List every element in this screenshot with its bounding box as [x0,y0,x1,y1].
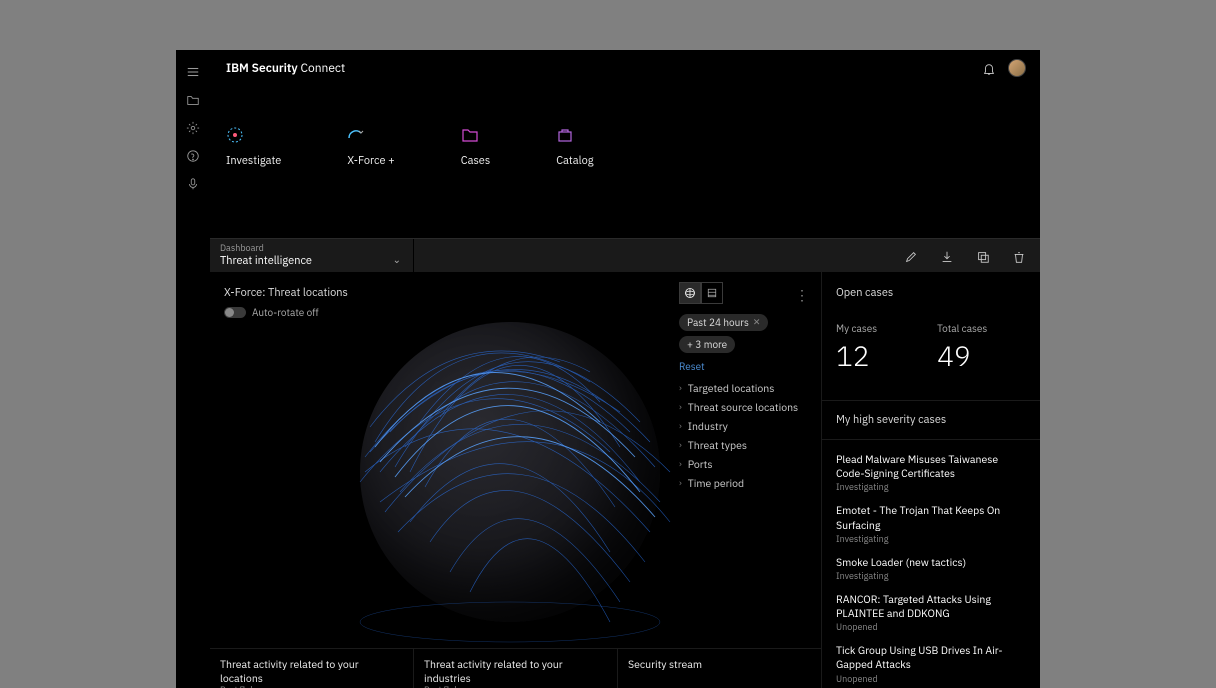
globe-visualization [310,272,710,648]
dashboard-actions [414,239,1040,272]
filter-targeted-locations[interactable]: ›Targeted locations [679,381,809,395]
panel-security-stream[interactable]: Security stream [618,649,821,688]
folder-icon[interactable] [186,93,200,107]
dashboard-select[interactable]: Dashboard Threat intelligence ⌄ [210,239,414,272]
stat-my-cases: My cases 12 [836,322,877,374]
avatar[interactable] [1008,59,1026,77]
settings-icon[interactable] [186,121,200,135]
filter-chip-more[interactable]: + 3 more [679,336,735,353]
delete-icon[interactable] [1012,249,1026,263]
cases-icon [461,126,479,144]
panel-industries-activity[interactable]: Threat activity related to your industri… [414,649,618,688]
filter-chip[interactable]: Past 24 hours ✕ [679,314,768,331]
left-column: X-Force: Threat locations Auto-rotate of… [210,272,822,688]
header: IBM Security Connect [210,50,1040,86]
filter-ports[interactable]: ›Ports [679,457,809,471]
panel-locations-activity[interactable]: Threat activity related to your location… [210,649,414,688]
app-tile-cases[interactable]: Cases [461,126,490,168]
high-severity-title: My high severity cases [836,413,1026,427]
filter-source-locations[interactable]: ›Threat source locations [679,400,809,414]
app-tile-label: Cases [461,154,490,168]
open-cases-title: Open cases [836,286,1026,300]
app-tile-investigate[interactable]: Investigate [226,126,281,168]
chip-close-icon[interactable]: ✕ [753,317,761,328]
divider [822,400,1040,401]
dashboard-select-label: Dashboard [220,243,403,254]
chevron-down-icon: ⌄ [393,253,401,266]
case-item[interactable]: Smoke Loader (new tactics) Investigating [836,555,1026,582]
case-item[interactable]: RANCOR: Targeted Attacks Using PLAINTEE … [836,592,1026,633]
case-item[interactable]: Plead Malware Misuses Taiwanese Code-Sig… [836,452,1026,493]
stats-row: My cases 12 Total cases 49 [836,322,1026,374]
mic-icon[interactable] [186,177,200,191]
overflow-menu-icon[interactable]: ⋮ [795,286,809,304]
app-tile-label: X-Force + [347,154,394,168]
app-launcher: Investigate X-Force + Cases Catalog [210,86,1040,238]
copy-icon[interactable] [976,249,990,263]
dashboard-select-value: Threat intelligence [220,254,403,268]
app-tile-catalog[interactable]: Catalog [556,126,593,168]
filter-industry[interactable]: ›Industry [679,419,809,433]
globe-view-button[interactable] [679,282,701,304]
app-tile-xforce[interactable]: X-Force + [347,126,394,168]
app-tile-label: Catalog [556,154,593,168]
bottom-row: Threat activity related to your location… [210,648,821,688]
case-item[interactable]: Tick Group Using USB Drives In Air-Gappe… [836,643,1026,684]
divider [822,439,1040,440]
menu-icon[interactable] [186,65,200,79]
filter-threat-types[interactable]: ›Threat types [679,438,809,452]
globe-panel: X-Force: Threat locations Auto-rotate of… [210,272,821,648]
sidebar [176,50,210,688]
chip-row: Past 24 hours ✕ + 3 more [679,314,809,353]
content: X-Force: Threat locations Auto-rotate of… [210,272,1040,688]
filter-list: ›Targeted locations ›Threat source locat… [679,381,809,490]
brand: IBM Security Connect [226,61,345,76]
dashboard-bar: Dashboard Threat intelligence ⌄ [210,238,1040,272]
stat-total-cases: Total cases 49 [937,322,987,374]
auto-rotate-toggle[interactable] [224,307,246,318]
main-area: IBM Security Connect Investigate X-Force… [210,50,1040,688]
investigate-icon [226,126,244,144]
filter-time-period[interactable]: ›Time period [679,476,809,490]
right-column: Open cases My cases 12 Total cases 49 My… [822,272,1040,688]
app-tile-label: Investigate [226,154,281,168]
filter-sidebar: ⋮ Past 24 hours ✕ [679,282,809,490]
catalog-icon [556,126,574,144]
reset-link[interactable]: Reset [679,360,705,373]
xforce-icon [347,126,365,144]
edit-icon[interactable] [904,249,918,263]
download-icon[interactable] [940,249,954,263]
help-icon[interactable] [186,149,200,163]
app-window: IBM Security Connect Investigate X-Force… [176,50,1040,688]
notifications-icon[interactable] [982,61,996,75]
case-item[interactable]: Emotet - The Trojan That Keeps On Surfac… [836,503,1026,544]
toggle-label: Auto-rotate off [252,306,319,319]
list-view-button[interactable] [701,282,723,304]
case-list: Plead Malware Misuses Taiwanese Code-Sig… [836,452,1026,685]
